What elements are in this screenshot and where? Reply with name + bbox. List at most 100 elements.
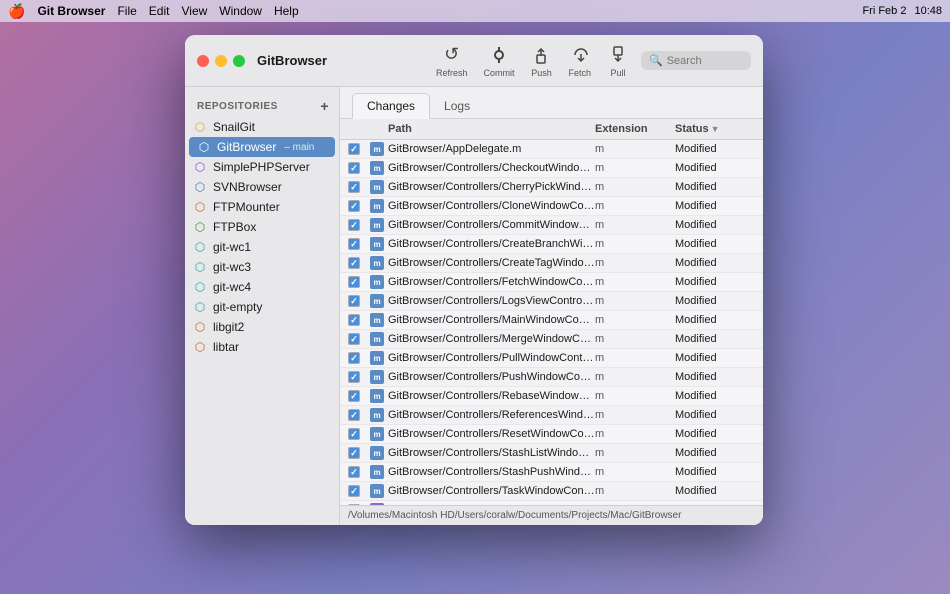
minimize-button[interactable] [215, 55, 227, 67]
ext-cell: m [595, 390, 675, 402]
row-checkbox[interactable] [348, 466, 360, 478]
sidebar-item-libtar[interactable]: ⬡ libtar [185, 337, 339, 357]
row-checkbox[interactable] [348, 485, 360, 497]
row-checkbox[interactable] [348, 162, 360, 174]
table-row[interactable]: m GitBrowser/Controllers/MergeWindowCont… [340, 330, 763, 349]
repo-icon-gitbrowser: ⬡ [197, 140, 211, 154]
repo-name-libgit2: libgit2 [213, 320, 244, 334]
sidebar-item-gitbrowser[interactable]: ⬡ GitBrowser – main [189, 137, 335, 157]
pull-button[interactable]: Pull [607, 44, 629, 78]
file-type-badge: m [370, 294, 384, 308]
sidebar-item-git-empty[interactable]: ⬡ git-empty [185, 297, 339, 317]
table-row[interactable]: m GitBrowser/Controllers/ReferencesWindo… [340, 406, 763, 425]
menubar-edit[interactable]: Edit [149, 4, 170, 18]
tab-logs[interactable]: Logs [430, 94, 484, 118]
status-cell: Modified [675, 143, 755, 155]
repositories-label: REPOSITORIES [197, 101, 278, 112]
table-row[interactable]: m GitBrowser/Controllers/StashListWindow… [340, 444, 763, 463]
row-checkbox[interactable] [348, 447, 360, 459]
sidebar-item-simplephpserver[interactable]: ⬡ SimplePHPServer [185, 157, 339, 177]
repo-name-git-wc4: git-wc4 [213, 280, 251, 294]
menubar-help[interactable]: Help [274, 4, 299, 18]
status-cell: Modified [675, 428, 755, 440]
commit-button[interactable]: Commit [483, 44, 514, 78]
table-row[interactable]: m GitBrowser/Controllers/PullWindowContr… [340, 349, 763, 368]
ext-cell: m [595, 181, 675, 193]
fetch-button[interactable]: Fetch [568, 44, 591, 78]
row-checkbox[interactable] [348, 409, 360, 421]
add-repository-button[interactable]: + [320, 99, 329, 113]
toolbar-icons: ↺ Refresh Commit [436, 44, 629, 78]
search-box[interactable]: 🔍 [641, 51, 751, 70]
sort-icon: ▼ [711, 124, 720, 134]
sidebar-item-ftpbox[interactable]: ⬡ FTPBox [185, 217, 339, 237]
apple-menu[interactable]: 🍎 [8, 3, 25, 20]
statusbar: /Volumes/Macintosh HD/Users/coralw/Docum… [340, 505, 763, 525]
repo-icon-git-wc1: ⬡ [193, 240, 207, 254]
row-checkbox[interactable] [348, 295, 360, 307]
search-input[interactable] [667, 55, 743, 67]
row-checkbox[interactable] [348, 200, 360, 212]
table-row[interactable]: m GitBrowser/Controllers/FetchWindowCont… [340, 273, 763, 292]
status-cell: Modified [675, 314, 755, 326]
col-status[interactable]: Status ▼ [675, 123, 755, 135]
table-row[interactable]: m GitBrowser/Controllers/MainWindowContr… [340, 311, 763, 330]
table-row[interactable]: m GitBrowser/Controllers/CommitWindowCon… [340, 216, 763, 235]
status-cell: Modified [675, 447, 755, 459]
sidebar-item-git-wc4[interactable]: ⬡ git-wc4 [185, 277, 339, 297]
table-row[interactable]: m GitBrowser/Controllers/CloneWindowCont… [340, 197, 763, 216]
table-row[interactable]: m GitBrowser/Controllers/CherryPickWindo… [340, 178, 763, 197]
table-row[interactable]: m GitBrowser/Controllers/CreateTagWindow… [340, 254, 763, 273]
row-checkbox[interactable] [348, 257, 360, 269]
row-checkbox[interactable] [348, 428, 360, 440]
status-cell: Modified [675, 238, 755, 250]
table-row[interactable]: m GitBrowser/Controllers/LogsViewControl… [340, 292, 763, 311]
sidebar-item-svnbrowser[interactable]: ⬡ SVNBrowser [185, 177, 339, 197]
table-row[interactable]: m GitBrowser/Controllers/ResetWindowCont… [340, 425, 763, 444]
table-row[interactable]: m GitBrowser/Controllers/TaskWindowContr… [340, 482, 763, 501]
file-path: GitBrowser/Controllers/PushWindowControl… [388, 371, 595, 383]
menubar-file[interactable]: File [117, 4, 136, 18]
menubar-view[interactable]: View [181, 4, 207, 18]
row-checkbox[interactable] [348, 219, 360, 231]
table-row[interactable]: m GitBrowser/Controllers/StashPushWindow… [340, 463, 763, 482]
tab-changes[interactable]: Changes [352, 93, 430, 119]
repo-icon-simplephpserver: ⬡ [193, 160, 207, 174]
sidebar-item-libgit2[interactable]: ⬡ libgit2 [185, 317, 339, 337]
table-row[interactable]: m GitBrowser/Controllers/CreateBranchWin… [340, 235, 763, 254]
file-type-badge: m [370, 389, 384, 403]
table-row[interactable]: m GitBrowser/Controllers/CheckoutWindowC… [340, 159, 763, 178]
row-checkbox[interactable] [348, 238, 360, 250]
menubar: 🍎 Git Browser File Edit View Window Help… [0, 0, 950, 22]
row-checkbox[interactable] [348, 371, 360, 383]
ext-cell: m [595, 485, 675, 497]
close-button[interactable] [197, 55, 209, 67]
sidebar-item-ftpmounter[interactable]: ⬡ FTPMounter [185, 197, 339, 217]
row-checkbox[interactable] [348, 314, 360, 326]
menubar-app-name[interactable]: Git Browser [37, 4, 105, 18]
file-type-badge: m [370, 199, 384, 213]
sidebar-item-snailgit[interactable]: ⬡ SnailGit [185, 117, 339, 137]
push-button[interactable]: Push [530, 44, 552, 78]
row-checkbox[interactable] [348, 276, 360, 288]
menubar-window[interactable]: Window [219, 4, 262, 18]
repo-icon-git-wc4: ⬡ [193, 280, 207, 294]
row-checkbox[interactable] [348, 333, 360, 345]
repo-name-ftpmounter: FTPMounter [213, 200, 280, 214]
push-label: Push [531, 68, 552, 78]
row-checkbox[interactable] [348, 352, 360, 364]
repo-icon-libtar: ⬡ [193, 340, 207, 354]
table-row[interactable]: m GitBrowser/AppDelegate.m m Modified [340, 140, 763, 159]
row-checkbox[interactable] [348, 143, 360, 155]
table-row[interactable]: m GitBrowser/Controllers/RebaseWindowCon… [340, 387, 763, 406]
titlebar: GitBrowser ↺ Refresh Commit [185, 35, 763, 87]
row-checkbox[interactable] [348, 390, 360, 402]
fetch-icon [569, 44, 591, 66]
table-row[interactable]: m GitBrowser/Controllers/PushWindowContr… [340, 368, 763, 387]
refresh-button[interactable]: ↺ Refresh [436, 44, 468, 78]
sidebar-item-git-wc3[interactable]: ⬡ git-wc3 [185, 257, 339, 277]
ext-cell: m [595, 257, 675, 269]
row-checkbox[interactable] [348, 181, 360, 193]
sidebar-item-git-wc1[interactable]: ⬡ git-wc1 [185, 237, 339, 257]
maximize-button[interactable] [233, 55, 245, 67]
